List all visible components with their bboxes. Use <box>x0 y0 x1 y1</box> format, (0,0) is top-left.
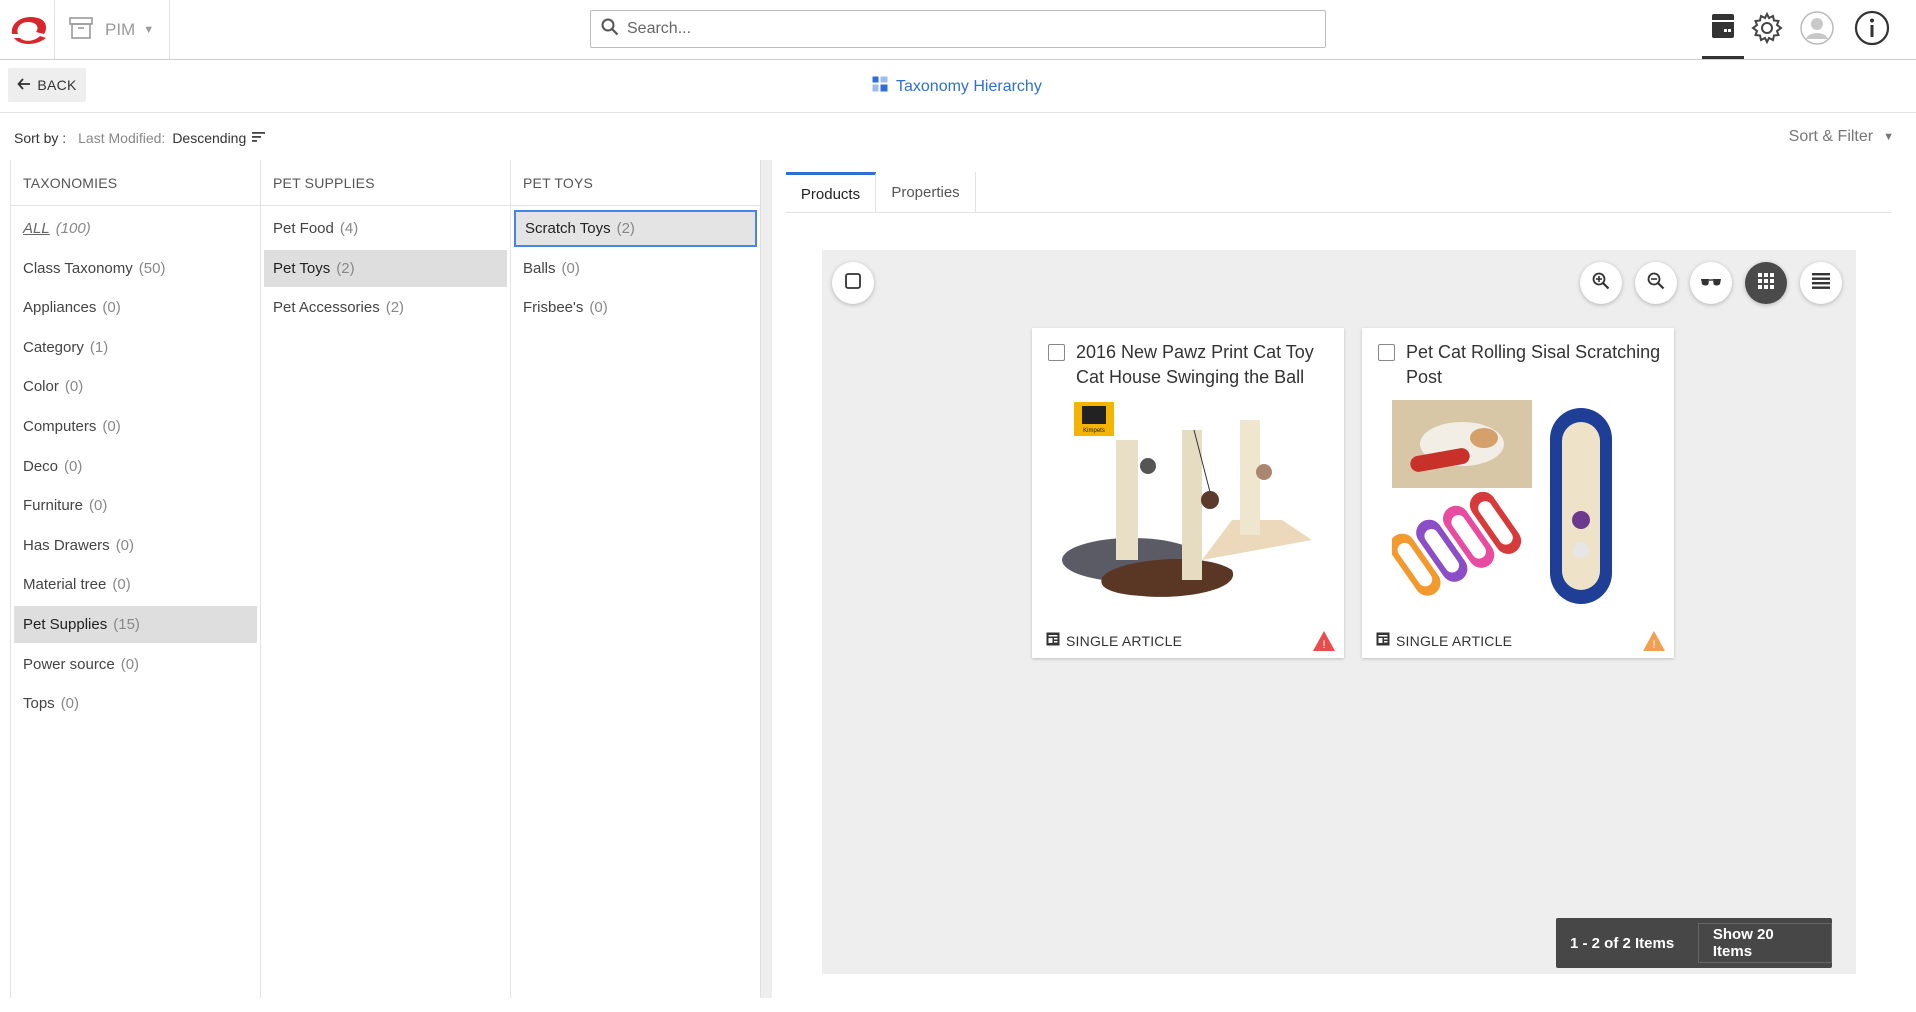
list-view-icon <box>1811 272 1831 294</box>
hierarchy-icon <box>872 76 888 97</box>
search-input[interactable] <box>627 20 1307 38</box>
back-button[interactable]: BACK <box>8 68 86 102</box>
back-label: BACK <box>37 77 77 93</box>
sort-field[interactable]: Last Modified: <box>78 130 165 146</box>
product-type: SINGLE ARTICLE <box>1046 632 1182 649</box>
taxonomy-item-color[interactable]: Color (0) <box>14 368 257 405</box>
detail-tabs: Products Properties <box>786 172 1892 213</box>
header-divider <box>0 112 1916 113</box>
chevron-down-icon: ▼ <box>143 23 155 36</box>
zoom-in-icon <box>1592 272 1610 294</box>
warning-icon: ! <box>1643 631 1665 651</box>
tab-products[interactable]: Products <box>786 172 876 213</box>
arrow-left-icon <box>17 77 31 93</box>
list-view-button[interactable] <box>1800 262 1842 304</box>
products-box-icon <box>1710 12 1736 44</box>
taxonomies-column: TAXONOMIES ALL (100) Class Taxonomy (50) A… <box>10 160 261 998</box>
product-title: Pet Cat Rolling Sisal Scratching Post <box>1406 342 1661 387</box>
warning-badge[interactable]: ! <box>1642 630 1666 656</box>
taxonomy-item-power-source[interactable]: Power source (0) <box>14 646 257 683</box>
product-image: Kimpets <box>1062 400 1312 610</box>
grid-view-icon <box>1757 272 1775 294</box>
sort-bar: Sort by : Last Modified: Descending <box>14 130 266 146</box>
category-item-pet-food[interactable]: Pet Food (4) <box>264 210 507 247</box>
product-image <box>1389 400 1642 610</box>
zoom-out-button[interactable] <box>1635 262 1677 304</box>
tab-properties[interactable]: Properties <box>876 172 976 213</box>
sort-filter-toggle[interactable]: Sort & Filter ▼ <box>1789 128 1894 146</box>
product-checkbox[interactable] <box>1378 344 1395 361</box>
taxonomy-item-pet-supplies[interactable]: Pet Supplies (15) <box>14 605 257 643</box>
pet-toys-column: PET TOYS Scratch Toys (2) Balls (0) Frisbe… <box>511 160 761 998</box>
warning-badge[interactable]: ! <box>1312 630 1336 656</box>
taxonomy-item-deco[interactable]: Deco (0) <box>14 448 257 485</box>
search-icon <box>601 18 619 40</box>
info-icon <box>1854 10 1890 50</box>
taxonomy-item-class-taxonomy[interactable]: Class Taxonomy (50) <box>14 250 257 287</box>
column-header: PET SUPPLIES <box>261 160 510 206</box>
checkbox-icon <box>845 273 861 293</box>
top-bar: PIM ▼ <box>0 0 1916 60</box>
page-title: Taxonomy Hierarchy <box>872 76 1042 97</box>
taxonomy-item-material-tree[interactable]: Material tree (0) <box>14 566 257 603</box>
category-item-balls[interactable]: Balls (0) <box>514 250 757 287</box>
svg-text:!: ! <box>1322 639 1325 651</box>
article-icon <box>1046 632 1060 649</box>
product-grid: 2016 New Pawz Print Cat Toy Cat House Sw… <box>822 250 1856 974</box>
brand-logo[interactable] <box>6 10 50 50</box>
page-size-button[interactable]: Show 20 Items <box>1697 923 1832 963</box>
column-header: PET TOYS <box>511 160 760 206</box>
taxonomy-item-appliances[interactable]: Appliances (0) <box>14 289 257 326</box>
app-name: PIM <box>105 19 136 39</box>
taxonomy-item-furniture[interactable]: Furniture (0) <box>14 487 257 524</box>
pet-supplies-column: PET SUPPLIES Pet Food (4) Pet Toys (2) Pet… <box>261 160 511 998</box>
product-card[interactable]: 2016 New Pawz Print Cat Toy Cat House Sw… <box>1032 328 1344 658</box>
category-item-pet-toys[interactable]: Pet Toys (2) <box>264 249 507 287</box>
zoom-out-icon <box>1647 272 1665 294</box>
search-box <box>590 10 1326 48</box>
taxonomy-item-tops[interactable]: Tops (0) <box>14 685 257 722</box>
product-type-label: SINGLE ARTICLE <box>1066 632 1183 649</box>
avatar-icon <box>1800 10 1834 49</box>
caret-down-icon: ▼ <box>1883 131 1894 143</box>
item-range: 1 - 2 of 2 Items <box>1570 934 1675 952</box>
category-item-pet-accessories[interactable]: Pet Accessories (2) <box>264 289 507 326</box>
category-item-frisbees[interactable]: Frisbee's (0) <box>514 289 757 326</box>
select-all-button[interactable] <box>832 262 874 304</box>
brand-badge-text: Kimpets <box>1083 428 1105 434</box>
pagination-bar: 1 - 2 of 2 Items Show 20 Items <box>1556 918 1832 968</box>
settings-button[interactable] <box>1746 0 1788 59</box>
category-item-scratch-toys[interactable]: Scratch Toys (2) <box>514 210 757 247</box>
preview-button[interactable] <box>1690 262 1732 304</box>
zoom-in-button[interactable] <box>1580 262 1622 304</box>
product-card[interactable]: Pet Cat Rolling Sisal Scratching Post SI… <box>1362 328 1674 658</box>
gear-icon <box>1751 11 1783 48</box>
svg-text:!: ! <box>1652 639 1655 651</box>
sort-by-label: Sort by : <box>14 130 67 146</box>
taxonomy-item-has-drawers[interactable]: Has Drawers (0) <box>14 527 257 564</box>
taxonomy-item-category[interactable]: Category (1) <box>14 329 257 366</box>
column-header: TAXONOMIES <box>11 160 260 206</box>
products-nav-button[interactable] <box>1702 0 1744 59</box>
archive-box-icon <box>69 16 93 43</box>
product-type-label: SINGLE ARTICLE <box>1396 632 1513 649</box>
page-title-text: Taxonomy Hierarchy <box>896 77 1042 95</box>
info-button[interactable] <box>1852 0 1892 59</box>
app-switcher[interactable]: PIM ▼ <box>54 0 170 59</box>
sort-filter-label: Sort & Filter <box>1788 128 1874 145</box>
taxonomy-item-computers[interactable]: Computers (0) <box>14 408 257 445</box>
product-checkbox[interactable] <box>1048 344 1065 361</box>
panel-splitter[interactable] <box>760 160 772 998</box>
grid-view-button[interactable] <box>1745 262 1787 304</box>
taxonomy-item-all[interactable]: ALL (100) <box>14 210 257 247</box>
user-profile-button[interactable] <box>1796 0 1838 59</box>
sort-lines-icon[interactable] <box>252 130 266 146</box>
sort-direction[interactable]: Descending <box>172 130 246 146</box>
product-title: 2016 New Pawz Print Cat Toy Cat House Sw… <box>1076 342 1314 387</box>
article-icon <box>1376 632 1390 649</box>
product-type: SINGLE ARTICLE <box>1376 632 1512 649</box>
glasses-icon <box>1700 275 1722 292</box>
warning-icon: ! <box>1313 631 1335 651</box>
